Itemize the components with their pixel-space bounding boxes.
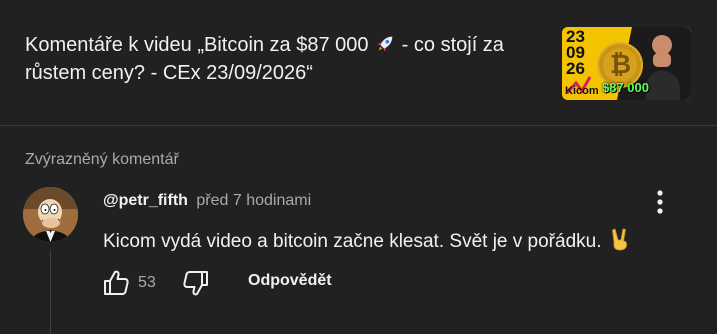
thumbs-down-icon [183,271,208,296]
thumbnail-date: 23 09 26 [566,28,585,78]
thumbnail-coin-symbol: ₿ [610,50,632,80]
comment-body: Kicom vydá video a bitcoin začne klesat.… [103,227,631,255]
vertical-dots-icon [657,190,663,214]
comments-panel: Komentáře k videu „Bitcoin za $87 000 - … [0,0,717,334]
comment-text: Kicom vydá video a bitcoin začne klesat.… [103,231,602,252]
highlighted-comment-label: Zvýrazněný komentář [25,151,179,168]
thumbnail-price: $87 000 [602,80,649,95]
rocket-icon [377,36,393,52]
divider [0,125,717,126]
comment-header: @petr_fifth před 7 hodinami [103,190,311,212]
victory-hand-icon [611,228,627,251]
reply-button[interactable]: Odpovědět [248,272,332,290]
thumbnail-year: 26 [566,59,585,78]
thumbs-up-icon [104,270,129,295]
video-thumbnail[interactable]: 23 09 26 ₿ Kicom $87 000 [562,27,691,100]
comment-author[interactable]: @petr_fifth [103,192,188,209]
thumbnail-brand: Kicom [565,85,599,97]
video-header: Komentáře k videu „Bitcoin za $87 000 - … [0,0,717,125]
dislike-button[interactable] [180,266,212,300]
more-actions-button[interactable] [646,186,674,218]
video-title-part1: Komentáře k videu „Bitcoin za $87 000 [25,34,369,56]
avatar-image [23,187,78,242]
avatar[interactable] [23,187,78,242]
comment-time[interactable]: před 7 hodinami [196,192,311,209]
like-count: 53 [138,274,156,291]
thread-line [50,250,51,334]
like-button[interactable] [100,266,132,300]
video-title: Komentáře k videu „Bitcoin za $87 000 - … [25,31,545,87]
